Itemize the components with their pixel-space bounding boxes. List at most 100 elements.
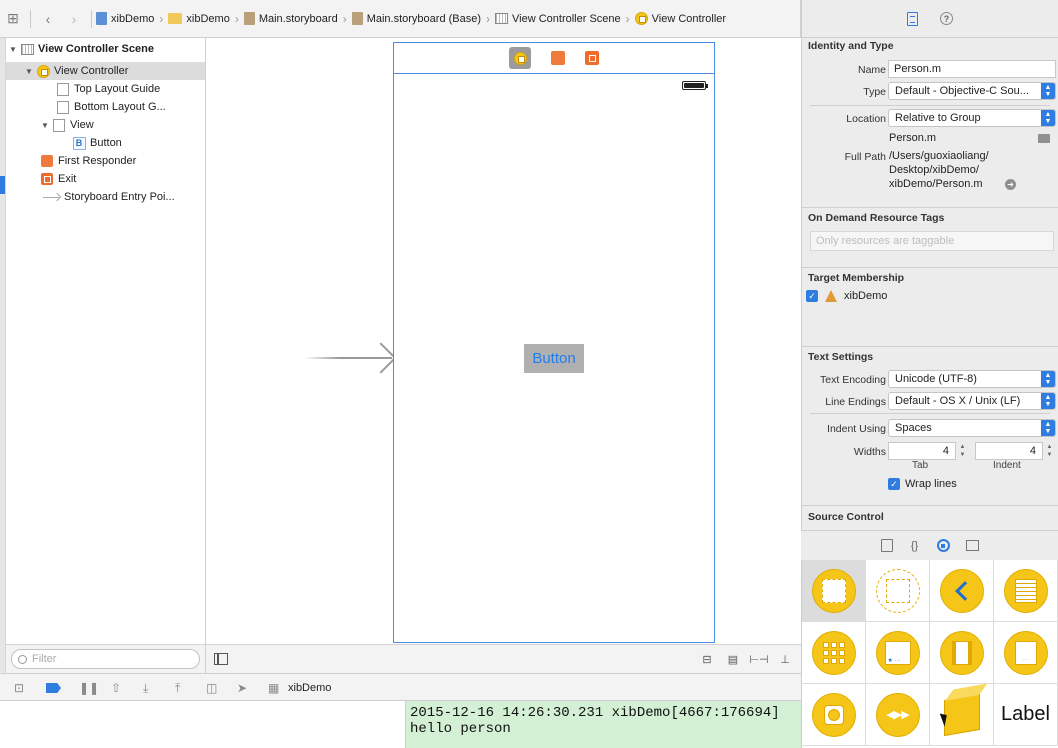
reveal-in-finder-icon[interactable]: ➜ <box>1005 179 1016 190</box>
toggle-outline-icon[interactable] <box>214 653 228 665</box>
disclosure-down-icon[interactable]: ▼ <box>8 45 18 54</box>
indent-width-field[interactable]: 4 <box>975 442 1043 460</box>
breadcrumb-scene[interactable]: View Controller Scene <box>495 13 621 25</box>
media-library-icon[interactable] <box>965 540 979 551</box>
line-endings-label: Line Endings <box>825 396 886 408</box>
back-button[interactable]: ‹ <box>35 0 61 38</box>
chevron-right-icon: › <box>625 11 630 26</box>
console-output[interactable]: 2015-12-16 14:26:30.231 xibDemo[4667:176… <box>406 701 801 748</box>
name-label: Name <box>857 64 886 76</box>
library-item-page-view-controller[interactable] <box>994 622 1058 684</box>
library-item-storyboard-reference[interactable] <box>866 560 930 622</box>
indent-using-popup[interactable]: Spaces ▲ ▼ <box>888 419 1056 437</box>
glkit-view-controller-icon <box>811 692 856 737</box>
library-item-split-view-controller[interactable] <box>930 622 994 684</box>
breadcrumb-storyboard-base[interactable]: Main.storyboard (Base) <box>351 12 481 25</box>
filter-input[interactable]: Filter <box>11 649 200 669</box>
av-player-icon: ◀▶▶ <box>875 692 920 737</box>
code-snippet-library-icon[interactable]: {} <box>909 539 921 552</box>
object-library-icon[interactable] <box>936 539 950 552</box>
outline-item-entry-point[interactable]: Storyboard Entry Poi... <box>6 188 205 206</box>
outline-item-exit[interactable]: Exit <box>6 170 205 188</box>
help-icon[interactable]: ? <box>940 12 953 25</box>
canvas-button[interactable]: Button <box>524 344 584 373</box>
disclosure-down-icon[interactable]: ▼ <box>40 121 50 130</box>
scene-icon <box>20 43 34 55</box>
library-item-tab-bar-controller[interactable] <box>866 622 930 684</box>
updown-icon: ▲ ▼ <box>1041 110 1055 126</box>
target-row[interactable]: ✓ xibDemo <box>806 290 887 302</box>
storyboard-icon <box>243 12 255 25</box>
type-popup[interactable]: Default - Objective-C Sou... ▲ ▼ <box>888 82 1056 100</box>
storyboard-icon <box>351 12 363 25</box>
chevron-right-icon: › <box>159 11 164 26</box>
full-path-line: xibDemo/Person.m <box>889 178 983 190</box>
library-item-glkit-view-controller[interactable] <box>802 684 866 746</box>
divider <box>802 267 1058 268</box>
exit-icon[interactable] <box>585 51 599 65</box>
hide-debug-area-icon[interactable]: ⊡ <box>14 680 24 696</box>
tab-width-stepper[interactable]: ▲ ▼ <box>958 443 967 459</box>
breakpoints-button[interactable] <box>46 680 61 696</box>
storyboard-canvas[interactable]: Button <box>206 38 801 644</box>
pin-icon[interactable]: ⊢⊣ <box>749 653 768 666</box>
file-template-library-icon[interactable] <box>880 539 893 552</box>
view-controller-scene[interactable]: Button <box>393 42 715 643</box>
library-item-av-player-view-controller[interactable]: ◀▶▶ <box>866 684 930 746</box>
resolve-icon[interactable]: ⊥ <box>778 653 792 666</box>
updown-icon: ▲ ▼ <box>1041 420 1055 436</box>
editor-gutter <box>0 38 6 673</box>
folder-icon <box>168 13 183 24</box>
library-item-object[interactable] <box>930 684 994 746</box>
breadcrumb: xibDemo › xibDemo › Main.storyboard › Ma… <box>96 0 726 38</box>
library-item-collection-view-controller[interactable] <box>802 622 866 684</box>
grid-icon: ⊞ <box>7 10 19 26</box>
disclosure-down-icon[interactable]: ▼ <box>24 67 34 76</box>
divider <box>802 346 1058 347</box>
step-out-icon[interactable]: ⤒ <box>175 680 180 696</box>
tab-width-field[interactable]: 4 <box>888 442 956 460</box>
button-object-icon: B <box>72 136 86 150</box>
library-item-label[interactable]: Label <box>994 684 1058 746</box>
folder-icon[interactable] <box>1038 134 1050 143</box>
step-in-icon[interactable]: ⤓ <box>143 680 148 696</box>
checkbox-checked-icon[interactable]: ✓ <box>806 290 818 302</box>
outline-item-button[interactable]: B Button <box>6 134 205 152</box>
line-endings-popup[interactable]: Default - OS X / Unix (LF) ▲ ▼ <box>888 392 1056 410</box>
breadcrumb-view-controller[interactable]: View Controller <box>634 12 726 25</box>
view-debugger-icon[interactable]: ◫ <box>206 680 217 696</box>
scene-icon <box>495 13 509 24</box>
wrap-lines-row[interactable]: ✓ Wrap lines <box>888 478 957 490</box>
related-items-button[interactable]: ⊞ <box>0 0 26 38</box>
tab-caption: Tab <box>912 460 929 471</box>
layout-guide-icon <box>57 82 69 96</box>
location-popup[interactable]: Relative to Group ▲ ▼ <box>888 109 1056 127</box>
pause-icon[interactable]: ❚❚ <box>79 680 99 696</box>
step-over-icon[interactable]: ⇧ <box>111 680 121 696</box>
outline-item-view-controller[interactable]: ▼ View Controller <box>6 62 205 80</box>
outline-item-view[interactable]: ▼ View <box>6 116 205 134</box>
library-item-navigation-controller[interactable] <box>930 560 994 622</box>
first-responder-icon[interactable] <box>551 51 565 65</box>
library-item-view-controller[interactable] <box>802 560 866 622</box>
breadcrumb-storyboard[interactable]: Main.storyboard <box>243 12 338 25</box>
debug-target-label[interactable]: xibDemo <box>288 682 331 694</box>
indent-width-stepper[interactable]: ▲ ▼ <box>1045 443 1054 459</box>
breadcrumb-project[interactable]: xibDemo <box>96 12 154 25</box>
outline-item-bottom-layout-guide[interactable]: Bottom Layout G... <box>6 98 205 116</box>
dock-view-controller[interactable] <box>509 47 531 69</box>
file-inspector-icon[interactable] <box>907 11 918 26</box>
navigation-controller-icon <box>939 568 984 613</box>
forward-button[interactable]: › <box>61 0 87 38</box>
location-icon[interactable]: ➤ <box>237 680 247 696</box>
align-icon[interactable]: ▤ <box>726 653 740 666</box>
outline-item-scene[interactable]: ▼ View Controller Scene <box>6 40 205 58</box>
breadcrumb-folder[interactable]: xibDemo <box>168 13 230 25</box>
outline-item-first-responder[interactable]: First Responder <box>6 152 205 170</box>
stack-icon[interactable]: ⊟ <box>700 653 714 666</box>
name-field[interactable]: Person.m <box>888 60 1056 78</box>
checkbox-checked-icon[interactable]: ✓ <box>888 478 900 490</box>
text-encoding-popup[interactable]: Unicode (UTF-8) ▲ ▼ <box>888 370 1056 388</box>
library-item-table-view-controller[interactable] <box>994 560 1058 622</box>
outline-item-top-layout-guide[interactable]: Top Layout Guide <box>6 80 205 98</box>
